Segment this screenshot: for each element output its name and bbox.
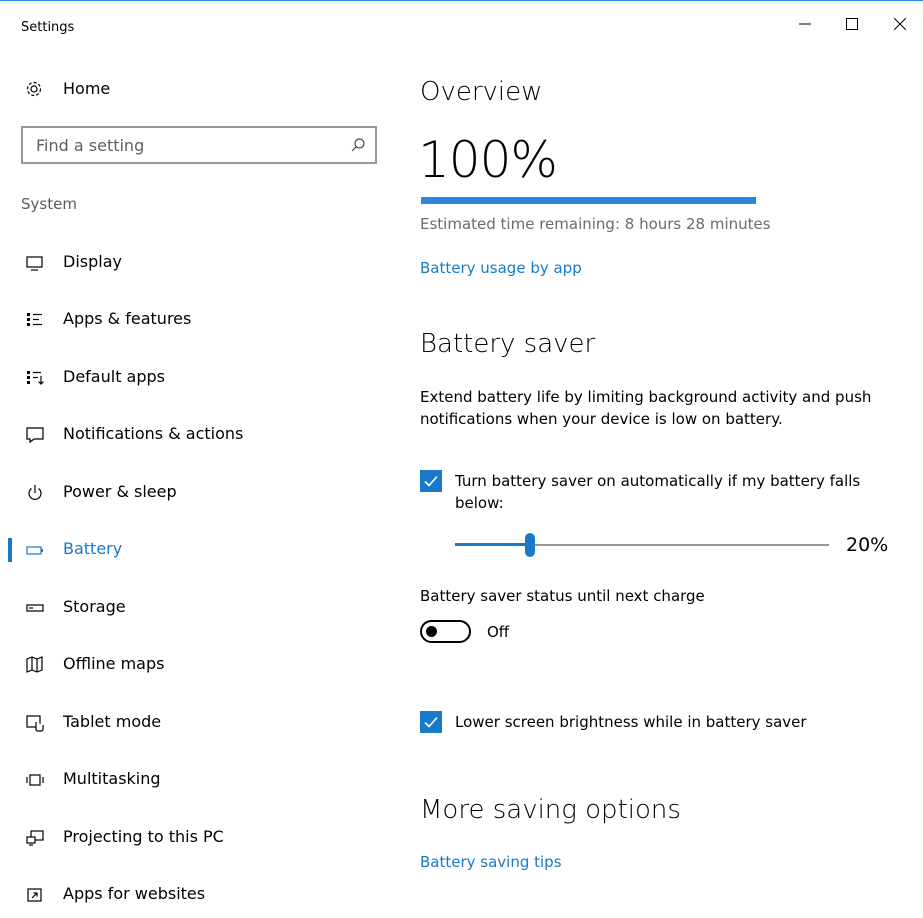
- sidebar-item-label: Power & sleep: [63, 482, 177, 501]
- gear-icon: [26, 81, 42, 97]
- sidebar-item-label: Storage: [63, 597, 126, 616]
- power-icon: [28, 485, 42, 500]
- battery-saver-heading: Battery saver: [420, 329, 596, 359]
- battery-threshold-value: 20%: [846, 534, 889, 556]
- slider-thumb[interactable]: [524, 533, 535, 557]
- sidebar-item-label: Tablet mode: [63, 712, 162, 731]
- sidebar-item-label: Notifications & actions: [63, 424, 244, 443]
- sidebar-item-label: Battery: [63, 539, 123, 558]
- sidebar-item-label: Apps for websites: [63, 884, 206, 903]
- sidebar-item-label: Default apps: [63, 367, 165, 386]
- close-button[interactable]: [877, 1, 923, 47]
- charge-progress-fill: [421, 197, 756, 204]
- battery-threshold-slider[interactable]: [455, 533, 829, 557]
- maximize-button[interactable]: [829, 1, 875, 47]
- sidebar-item-label: Projecting to this PC: [63, 827, 224, 846]
- apps-websites-icon: [27, 888, 42, 902]
- close-icon: [894, 18, 906, 30]
- sidebar-item-notifications[interactable]: Notifications & actions: [0, 415, 396, 455]
- sidebar-item-label: Multitasking: [63, 769, 161, 788]
- toggle-state-text: Off: [487, 623, 510, 641]
- storage-icon: [26, 604, 44, 612]
- toggle-knob: [426, 626, 437, 637]
- checkmark-icon: [424, 475, 438, 487]
- settings-window: Settings Home Find a setting System Disp…: [0, 0, 923, 918]
- battery-usage-link[interactable]: Battery usage by app: [420, 259, 582, 277]
- search-icon[interactable]: [350, 137, 366, 153]
- sidebar-item-label: Apps & features: [63, 309, 192, 328]
- sidebar-item-apps-features[interactable]: Apps & features: [0, 300, 396, 340]
- section-label-system: System: [21, 195, 77, 213]
- sidebar-item-multitasking[interactable]: Multitasking: [0, 760, 396, 800]
- search-input[interactable]: Find a setting: [21, 126, 377, 164]
- sidebar-item-offline-maps[interactable]: Offline maps: [0, 645, 396, 685]
- tablet-mode-icon: [26, 715, 44, 732]
- more-saving-options-heading: More saving options: [420, 795, 681, 825]
- battery-icon: [26, 546, 43, 555]
- charge-progress-bar: [421, 197, 756, 204]
- map-icon: [26, 656, 43, 673]
- sidebar: Home Find a setting System Display Apps …: [0, 47, 396, 918]
- home-nav-item[interactable]: Home: [0, 73, 396, 105]
- slider-fill: [455, 543, 530, 546]
- battery-percentage: 100%: [418, 131, 558, 189]
- sidebar-item-label: Offline maps: [63, 654, 165, 673]
- estimated-time-remaining: Estimated time remaining: 8 hours 28 min…: [420, 215, 771, 233]
- minimize-button[interactable]: [782, 1, 828, 47]
- auto-battery-saver-checkbox[interactable]: [420, 470, 442, 492]
- default-apps-icon: [27, 371, 44, 385]
- projecting-icon: [26, 830, 44, 846]
- battery-saving-tips-link[interactable]: Battery saving tips: [420, 853, 562, 871]
- sidebar-item-tablet-mode[interactable]: Tablet mode: [0, 703, 396, 743]
- sidebar-item-projecting[interactable]: Projecting to this PC: [0, 818, 396, 858]
- checkmark-icon: [424, 716, 438, 728]
- lower-brightness-checkbox[interactable]: [420, 711, 442, 733]
- battery-saver-status-label: Battery saver status until next charge: [420, 587, 705, 605]
- sidebar-item-apps-websites[interactable]: Apps for websites: [0, 875, 396, 915]
- lower-brightness-label: Lower screen brightness while in battery…: [455, 713, 807, 731]
- title-bar: Settings: [0, 1, 923, 47]
- sidebar-item-battery[interactable]: Battery: [0, 530, 396, 570]
- sidebar-item-label: Display: [63, 252, 122, 271]
- battery-saver-description: Extend battery life by limiting backgrou…: [420, 388, 872, 428]
- window-title: Settings: [21, 20, 75, 35]
- minimize-icon: [799, 23, 811, 25]
- battery-saver-status-toggle[interactable]: [420, 620, 471, 643]
- overview-heading: Overview: [420, 77, 543, 107]
- maximize-icon: [846, 18, 858, 30]
- notification-icon: [26, 427, 44, 444]
- apps-list-icon: [27, 313, 42, 326]
- sidebar-item-storage[interactable]: Storage: [0, 588, 396, 628]
- sidebar-item-power-sleep[interactable]: Power & sleep: [0, 473, 396, 513]
- home-label: Home: [63, 79, 111, 98]
- sidebar-item-display[interactable]: Display: [0, 243, 396, 283]
- auto-battery-saver-label: Turn battery saver on automatically if m…: [455, 472, 861, 512]
- multitasking-icon: [26, 774, 44, 786]
- sidebar-item-default-apps[interactable]: Default apps: [0, 358, 396, 398]
- active-indicator: [8, 538, 12, 562]
- search-placeholder: Find a setting: [36, 136, 145, 155]
- monitor-icon: [26, 256, 43, 271]
